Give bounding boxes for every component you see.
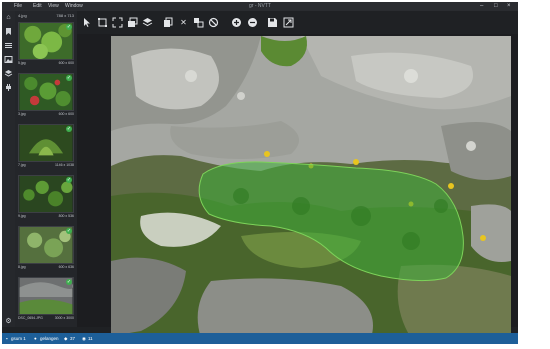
selected-check-icon: ✓ (66, 75, 72, 81)
photo-image[interactable] (111, 36, 511, 338)
project-name[interactable]: gsum 1 (11, 333, 26, 344)
export-icon[interactable] (283, 17, 294, 28)
thumbnail-item[interactable]: ✓ 5.jpg 600 x 600 (18, 22, 74, 67)
selected-check-icon: ✓ (66, 177, 72, 183)
thumbnail-name: 7.jpg (18, 163, 26, 167)
thumbnail-name: 5.jpg (18, 61, 26, 65)
plugin-icon[interactable] (4, 83, 13, 92)
selected-check-icon: ✓ (66, 279, 72, 285)
left-icon-bar: ⌂ ⚙ (2, 11, 15, 327)
thumbnail-item[interactable]: ✓ 3.jpg 600 x 600 (18, 73, 74, 118)
ban-icon[interactable] (208, 17, 219, 28)
selected-check-icon: ✓ (66, 126, 72, 132)
copy-icon[interactable] (163, 17, 174, 28)
thumbnail-name: DSC_0654.JPG (18, 316, 43, 320)
duplicate-icon[interactable] (193, 17, 204, 28)
current-file-name: 4.jpg (18, 13, 27, 18)
thumbnail-size: 600 x 600 (58, 61, 74, 65)
count-b: 11 (88, 336, 93, 341)
status-bar: ▪ gsum 1 ● gelangen ◆ 37 ◉ 11 (2, 333, 518, 344)
project-icon: ▪ (6, 336, 8, 341)
count-a: 37 (70, 336, 76, 341)
pointer-icon[interactable] (81, 17, 92, 28)
menu-bar: File Edit View Window gr - NVTT – □ × (2, 2, 518, 11)
settings-icon[interactable]: ⚙ (4, 317, 13, 326)
image-canvas[interactable] (77, 34, 518, 338)
thumbnail-item[interactable]: ✓ 9.jpg 800 x 536 (18, 175, 74, 220)
maximize-icon[interactable]: □ (494, 2, 498, 11)
close-icon[interactable]: × (507, 2, 511, 11)
fit-icon[interactable] (112, 17, 123, 28)
thumbnail-item[interactable]: ✓ DSC_0654.JPG 3000 x 3000 (18, 277, 74, 322)
layers-icon[interactable] (127, 17, 138, 28)
count-b-icon: ◉ (82, 336, 86, 341)
thumbnail-header: 4.jpg 788 x 713 (17, 12, 75, 19)
current-file-size: 788 x 713 (56, 13, 74, 18)
thumbnail-size: 800 x 536 (58, 214, 74, 218)
remove-icon[interactable] (247, 17, 258, 28)
thumbnail-name: 8.jpg (18, 265, 26, 269)
selected-check-icon: ✓ (66, 24, 72, 30)
thumbnail-panel: 4.jpg 788 x 713 ✓ 5.jpg 600 x 600 ✓ 3.jp… (15, 11, 77, 327)
toolbar: ✕ (77, 11, 518, 34)
delete-icon[interactable]: ✕ (178, 17, 189, 28)
user-icon: ● (34, 336, 37, 341)
thumbnail-size: 1146 x 1038 (54, 163, 74, 167)
image-icon[interactable] (4, 55, 13, 64)
thumbnail-size: 3000 x 3000 (54, 316, 74, 320)
bookmark-icon[interactable] (4, 27, 13, 36)
stack-icon[interactable] (142, 17, 153, 28)
save-icon[interactable] (267, 17, 278, 28)
add-icon[interactable] (231, 17, 242, 28)
layers-icon[interactable] (4, 69, 13, 78)
count-a-icon: ◆ (64, 336, 68, 341)
thumbnail-size: 600 x 600 (58, 112, 74, 116)
list-icon[interactable] (4, 41, 13, 50)
home-icon[interactable]: ⌂ (4, 13, 13, 22)
thumbnail-item[interactable]: ✓ 8.jpg 600 x 636 (18, 226, 74, 271)
user-name[interactable]: gelangen (40, 333, 59, 344)
minimize-icon[interactable]: – (480, 2, 483, 11)
rect-select-icon[interactable] (97, 17, 108, 28)
thumbnail-name: 9.jpg (18, 214, 26, 218)
thumbnail-name: 3.jpg (18, 112, 26, 116)
app-window: File Edit View Window gr - NVTT – □ × ⌂ … (2, 2, 518, 344)
thumbnail-item[interactable]: ✓ 7.jpg 1146 x 1038 (18, 124, 74, 169)
selected-check-icon: ✓ (66, 228, 72, 234)
window-title: gr - NVTT (249, 3, 271, 9)
thumbnail-size: 600 x 636 (58, 265, 74, 269)
